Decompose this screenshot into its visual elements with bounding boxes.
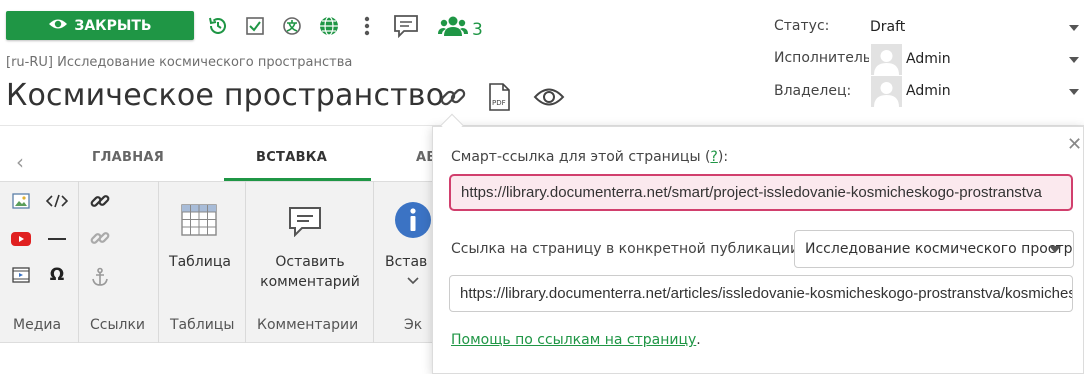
comment-button-line1[interactable]: Оставить [250, 252, 370, 272]
publication-select-value: Исследование космического пространства [805, 241, 1073, 257]
more-vert-icon[interactable] [355, 14, 379, 38]
chevron-down-icon [1049, 246, 1061, 253]
users-icon[interactable] [437, 14, 469, 38]
owner-value[interactable]: Admin [906, 83, 951, 99]
pdf-icon[interactable]: PDF [486, 80, 514, 114]
image-icon[interactable] [10, 190, 32, 212]
table-button-label[interactable]: Таблица [166, 252, 234, 272]
help-link-row: Помощь по ссылкам на страницу. [451, 332, 701, 348]
users-count: 3 [472, 20, 483, 40]
translate-icon[interactable] [280, 14, 304, 38]
smart-link-label-end: ): [717, 149, 729, 165]
avatar [871, 76, 902, 107]
assignee-value[interactable]: Admin [906, 51, 951, 67]
anchor-icon[interactable] [88, 265, 112, 289]
group-separator [78, 181, 79, 343]
unlink-icon[interactable] [88, 227, 112, 249]
video-icon[interactable] [10, 264, 32, 286]
history-icon[interactable] [206, 14, 230, 38]
smart-help-link[interactable]: ? [710, 149, 717, 165]
table-icon[interactable] [180, 203, 218, 237]
smart-link-label: Смарт-ссылка для этой страницы (?): [451, 149, 728, 165]
status-value[interactable]: Draft [870, 19, 905, 35]
close-icon[interactable]: ✕ [1067, 136, 1082, 154]
help-link-end: . [696, 332, 701, 348]
owner-label: Владелец: [774, 83, 852, 99]
group-label-media: Медиа [13, 317, 62, 333]
help-link[interactable]: Помощь по ссылкам на страницу [451, 332, 696, 348]
eye-icon [48, 17, 68, 35]
chevron-left-icon[interactable]: ‹ [16, 150, 24, 174]
tab-insert[interactable]: ВСТАВКА [256, 150, 327, 165]
youtube-icon[interactable] [10, 228, 32, 250]
info-icon[interactable] [394, 201, 432, 239]
close-button[interactable]: ЗАКРЫТЬ [6, 11, 194, 40]
group-label-links: Ссылки [90, 317, 146, 333]
tab-home[interactable]: ГЛАВНАЯ [92, 150, 164, 165]
preview-eye-icon[interactable] [532, 80, 566, 114]
status-caret-icon[interactable] [1069, 25, 1079, 31]
group-separator [373, 181, 374, 343]
group-label-comments: Комментарии [257, 317, 359, 333]
assignee-caret-icon[interactable] [1069, 57, 1079, 63]
owner-caret-icon[interactable] [1069, 89, 1079, 95]
svg-text:PDF: PDF [492, 99, 506, 107]
comment-icon[interactable] [393, 14, 419, 38]
status-label: Статус: [774, 18, 830, 34]
group-label-partial: Эк [404, 317, 423, 333]
omega-icon[interactable]: Ω [44, 264, 70, 286]
avatar [871, 44, 902, 75]
close-button-label: ЗАКРЫТЬ [74, 17, 152, 34]
assignee-label: Исполнитель [774, 50, 869, 66]
article-link-field[interactable]: https://library.documenterra.net/article… [449, 275, 1073, 312]
code-icon[interactable] [44, 190, 70, 212]
comment-button-line2[interactable]: комментарий [250, 272, 370, 292]
link-insert-icon[interactable] [88, 190, 112, 212]
checkbox-icon[interactable] [243, 14, 267, 38]
publication-select[interactable]: Исследование космического пространства [794, 230, 1074, 268]
group-separator [158, 181, 159, 343]
globe-icon[interactable] [317, 14, 341, 38]
group-label-tables: Таблицы [170, 317, 235, 333]
group-separator [245, 181, 246, 343]
publication-label: Ссылка на страницу в конкретной публикац… [451, 241, 804, 257]
page-title: Космическое пространство [6, 78, 445, 113]
horizontal-rule-icon[interactable] [44, 228, 70, 250]
add-comment-icon[interactable] [285, 203, 325, 239]
smart-link-field[interactable]: https://library.documenterra.net/smart/p… [449, 174, 1073, 211]
chevron-down-icon[interactable] [405, 275, 421, 287]
smart-link-label-text: Смарт-ссылка для этой страницы ( [451, 149, 711, 165]
link-icon[interactable] [436, 80, 470, 114]
insert-button-label[interactable]: Встав [385, 252, 435, 272]
breadcrumb: [ru-RU] Исследование космического простр… [6, 55, 353, 70]
